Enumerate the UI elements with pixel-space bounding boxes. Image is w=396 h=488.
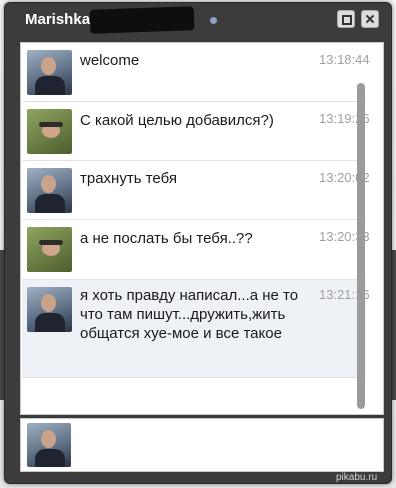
sender-avatar[interactable] [27,50,72,95]
online-status-icon [210,17,217,24]
sender-avatar[interactable] [27,287,72,332]
message-list[interactable]: welcome 13:18:44 С какой целью добавился… [20,42,384,415]
watermark: pikabu.ru [336,472,378,483]
chat-window: Marishka welcome 13:18:44 С какой целью … [4,2,392,484]
chat-titlebar[interactable]: Marishka [5,3,391,37]
message-text: я хоть правду написал...а не то что там … [80,287,299,342]
my-avatar [27,423,71,467]
close-icon[interactable] [361,10,379,28]
message-item: трахнуть тебя 13:20:02 [22,161,370,220]
sender-avatar[interactable] [27,168,72,213]
compose-area [20,418,384,472]
chat-title: Marishka [25,11,91,28]
redaction-mark [89,6,195,34]
contact-avatar[interactable] [27,109,72,154]
message-scrollbar[interactable] [357,83,365,409]
message-text: а не послать бы тебя..?? [80,230,253,247]
message-item: а не послать бы тебя..?? 13:20:33 [22,220,370,280]
message-text: трахнуть тебя [80,170,177,187]
message-timestamp: 13:18:44 [319,52,370,67]
message-item: welcome 13:18:44 [22,43,370,102]
message-input[interactable] [79,423,379,469]
message-item: я хоть правду написал...а не то что там … [22,280,370,378]
contact-avatar[interactable] [27,227,72,272]
message-item: С какой целью добавился?) 13:19:26 [22,102,370,161]
minimize-icon[interactable] [337,10,355,28]
message-text: С какой целью добавился?) [80,112,274,129]
message-text: welcome [80,52,140,69]
